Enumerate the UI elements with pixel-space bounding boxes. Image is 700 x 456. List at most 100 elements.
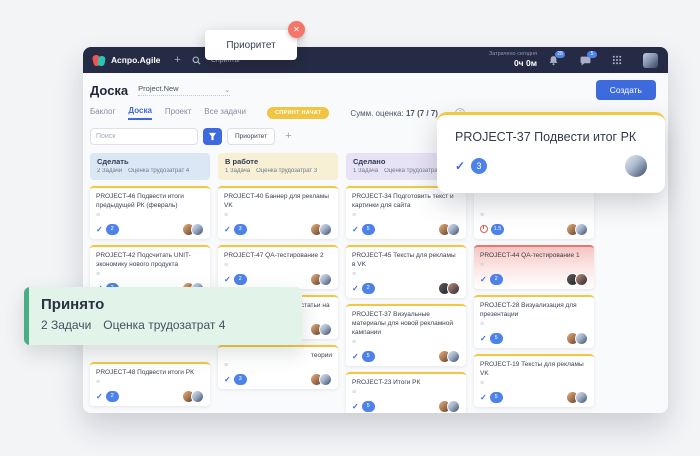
column-count: 1 Задача xyxy=(353,168,378,174)
accepted-count: 2 Задачи xyxy=(41,318,91,332)
column-estimate: Оценка трудозатрат 3 xyxy=(256,168,317,174)
task-card[interactable]: PROJECT-47 QA-тестирование 2 ≡ ✓2 xyxy=(218,245,338,289)
app-window: Аспро.Agile + Спринты Затрачено сегодня … xyxy=(83,47,668,413)
sprint-status-badge: СПРИНТ НАЧАТ xyxy=(267,107,329,119)
description-icon: ≡ xyxy=(224,262,332,269)
description-icon: ≡ xyxy=(352,339,460,346)
avatar xyxy=(447,400,460,413)
priority-tooltip: Приоритет ✕ xyxy=(205,30,297,60)
check-icon: ✓ xyxy=(224,225,231,234)
tab-project[interactable]: Проект xyxy=(165,107,191,119)
task-card[interactable]: PROJECT-48 Подвести итоги РК ≡ ✓2 xyxy=(90,362,210,406)
column-in-progress: В работе 1 ЗадачаОценка трудозатрат 3 PR… xyxy=(218,153,338,395)
task-title: теории xyxy=(224,351,332,360)
description-icon: ≡ xyxy=(480,212,588,219)
check-icon: ✓ xyxy=(224,275,231,284)
column-todo: Сделать 2 Задачи Оценка трудозатрат 4 PRO… xyxy=(90,153,210,412)
description-icon: ≡ xyxy=(96,212,204,219)
description-icon: ≡ xyxy=(96,271,204,278)
page: Аспро.Agile + Спринты Затрачено сегодня … xyxy=(0,0,700,456)
add-icon[interactable]: + xyxy=(174,55,180,66)
task-card-preview[interactable]: PROJECT-37 Подвести итог РК ✓ 3 xyxy=(437,112,665,193)
task-title: PROJECT-19 Тексты для рекламы VK xyxy=(480,360,588,378)
task-title: PROJECT-45 Тексты для рекламы в VK xyxy=(352,251,460,269)
messages-count-badge: 5 xyxy=(587,51,597,58)
user-avatar[interactable] xyxy=(643,53,658,68)
estimate-badge: 2 xyxy=(106,224,119,235)
task-card[interactable]: PROJECT-23 Итоги РК ≡ ✓5 xyxy=(346,372,466,413)
check-icon: ✓ xyxy=(352,402,359,411)
avatar xyxy=(575,332,588,345)
accepted-title: Принято xyxy=(24,287,302,313)
task-card[interactable]: PROJECT-19 Тексты для рекламы VK ≡ ✓5 xyxy=(474,354,594,407)
estimate-badge: 2 xyxy=(234,274,247,285)
estimate-badge: 3 xyxy=(234,374,247,385)
estimate-badge: 5 xyxy=(490,333,503,344)
avatar xyxy=(191,223,204,236)
score-value: 17 (7 / 7) xyxy=(406,109,438,118)
accepted-estimate: Оценка трудозатрат 4 xyxy=(103,318,225,332)
task-card[interactable]: PROJECT-45 Тексты для рекламы в VK ≡ ✓2 xyxy=(346,245,466,298)
task-title: PROJECT-23 Итоги РК xyxy=(352,378,460,387)
notifications-count-badge: 28 xyxy=(555,51,565,58)
avatar xyxy=(625,155,647,177)
task-card[interactable]: ≡ 1.5 xyxy=(474,186,594,239)
description-icon: ≡ xyxy=(352,389,460,396)
apps-grid-icon[interactable] xyxy=(612,55,622,65)
check-icon: ✓ xyxy=(96,225,103,234)
tab-board[interactable]: Доска xyxy=(128,106,151,120)
add-filter-icon[interactable]: + xyxy=(285,131,291,142)
task-card[interactable]: PROJECT-37 Визуальные материалы для ново… xyxy=(346,304,466,366)
filter-funnel-button[interactable] xyxy=(203,128,222,145)
top-navbar: Аспро.Agile + Спринты Затрачено сегодня … xyxy=(83,47,668,73)
avatar xyxy=(319,323,332,336)
task-title: PROJECT-28 Визуализация для презентации xyxy=(480,301,588,319)
description-icon: ≡ xyxy=(480,262,588,269)
estimate-badge: 5 xyxy=(490,392,503,403)
score-label: Сумм. оценка: xyxy=(350,109,403,118)
task-card[interactable]: PROJECT-46 Подвести итоги предыдущей РК … xyxy=(90,186,210,239)
column-count: 2 Задачи xyxy=(97,168,122,174)
close-icon[interactable]: ✕ xyxy=(288,21,305,38)
task-card[interactable]: PROJECT-28 Визуализация для презентации … xyxy=(474,295,594,348)
column-estimate: Оценка трудозатрат 4 xyxy=(128,168,189,174)
score-summary: Сумм. оценка: 17 (7 / 7) xyxy=(350,109,438,118)
task-card-highlighted[interactable]: PROJECT-44 QA-тестирование 1 ≡ ✓2 xyxy=(474,245,594,289)
avatar xyxy=(191,390,204,403)
avatar xyxy=(575,273,588,286)
tab-backlog[interactable]: Баклог xyxy=(90,107,115,119)
column-header: В работе 1 ЗадачаОценка трудозатрат 3 xyxy=(218,153,338,180)
estimate-badge: 3 xyxy=(234,224,247,235)
task-card[interactable]: PROJECT-40 Баннер для рекламы VK ≡ ✓3 xyxy=(218,186,338,239)
estimate-badge: 5 xyxy=(362,351,375,362)
description-icon: ≡ xyxy=(352,271,460,278)
avatar xyxy=(319,373,332,386)
column-title: Сделать xyxy=(97,157,203,166)
accepted-meta: 2 Задачи Оценка трудозатрат 4 xyxy=(24,313,302,332)
create-button[interactable]: Создать xyxy=(596,80,656,100)
estimate-badge: 1.5 xyxy=(491,224,504,235)
brand-logo-icon xyxy=(93,54,106,67)
estimate-badge: 5 xyxy=(362,224,375,235)
description-icon: ≡ xyxy=(480,321,588,328)
search-icon[interactable] xyxy=(192,56,201,65)
brand-name: Аспро.Agile xyxy=(111,55,160,65)
description-icon: ≡ xyxy=(224,212,332,219)
messages-chat-icon[interactable]: 5 xyxy=(580,55,591,66)
project-name: Project.New xyxy=(138,84,178,93)
description-icon: ≡ xyxy=(224,362,332,369)
notifications-bell-icon[interactable]: 28 xyxy=(548,55,559,66)
chevron-down-icon: ⌄ xyxy=(224,89,230,93)
description-icon: ≡ xyxy=(96,379,204,386)
description-icon: ≡ xyxy=(480,380,588,387)
estimate-badge: 2 xyxy=(362,283,375,294)
priority-filter-chip[interactable]: Приоритет xyxy=(227,128,275,145)
tab-all-tasks[interactable]: Все задачи xyxy=(204,107,246,119)
estimate-badge: 3 xyxy=(471,158,487,174)
project-selector[interactable]: Project.New ⌄ xyxy=(138,84,230,96)
search-input[interactable] xyxy=(90,128,198,145)
time-spent-value: 0ч 0м xyxy=(489,58,537,69)
avatar xyxy=(319,223,332,236)
task-card[interactable]: теории ≡ ✓3 xyxy=(218,345,338,389)
task-card[interactable]: PROJECT-34 Подготовить текст и картинки … xyxy=(346,186,466,239)
